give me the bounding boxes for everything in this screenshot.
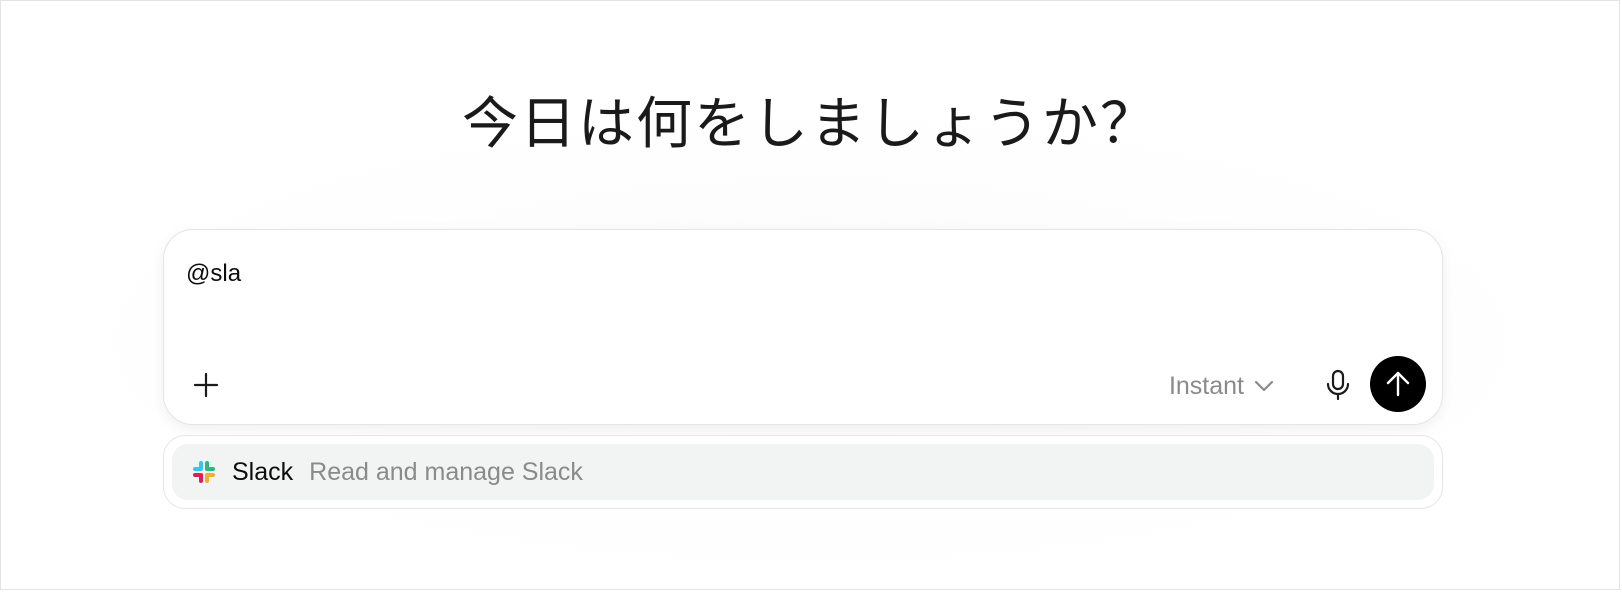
model-selector[interactable]: Instant: [1169, 366, 1274, 406]
prompt-input[interactable]: [186, 260, 1386, 288]
send-button[interactable]: [1370, 356, 1426, 412]
mention-suggestions: Slack Read and manage Slack: [163, 435, 1443, 509]
voice-input-button[interactable]: [1316, 363, 1360, 407]
app-page: 今日は何をしましょうか？ Instant: [0, 0, 1620, 590]
microphone-icon: [1326, 369, 1350, 401]
mention-item-description: Read and manage Slack: [309, 457, 583, 486]
plus-icon: [193, 372, 219, 398]
add-attachment-button[interactable]: [184, 363, 228, 407]
model-selector-label: Instant: [1168, 371, 1244, 400]
slack-logo-icon: [193, 461, 215, 483]
page-title: 今日は何をしましょうか？: [462, 92, 1158, 157]
arrow-up-icon: [1386, 371, 1410, 397]
mention-item-name: Slack: [232, 457, 294, 486]
chevron-down-icon: [1254, 380, 1274, 392]
chat-composer: Instant: [163, 229, 1443, 425]
mention-item-slack[interactable]: Slack Read and manage Slack: [172, 444, 1434, 500]
